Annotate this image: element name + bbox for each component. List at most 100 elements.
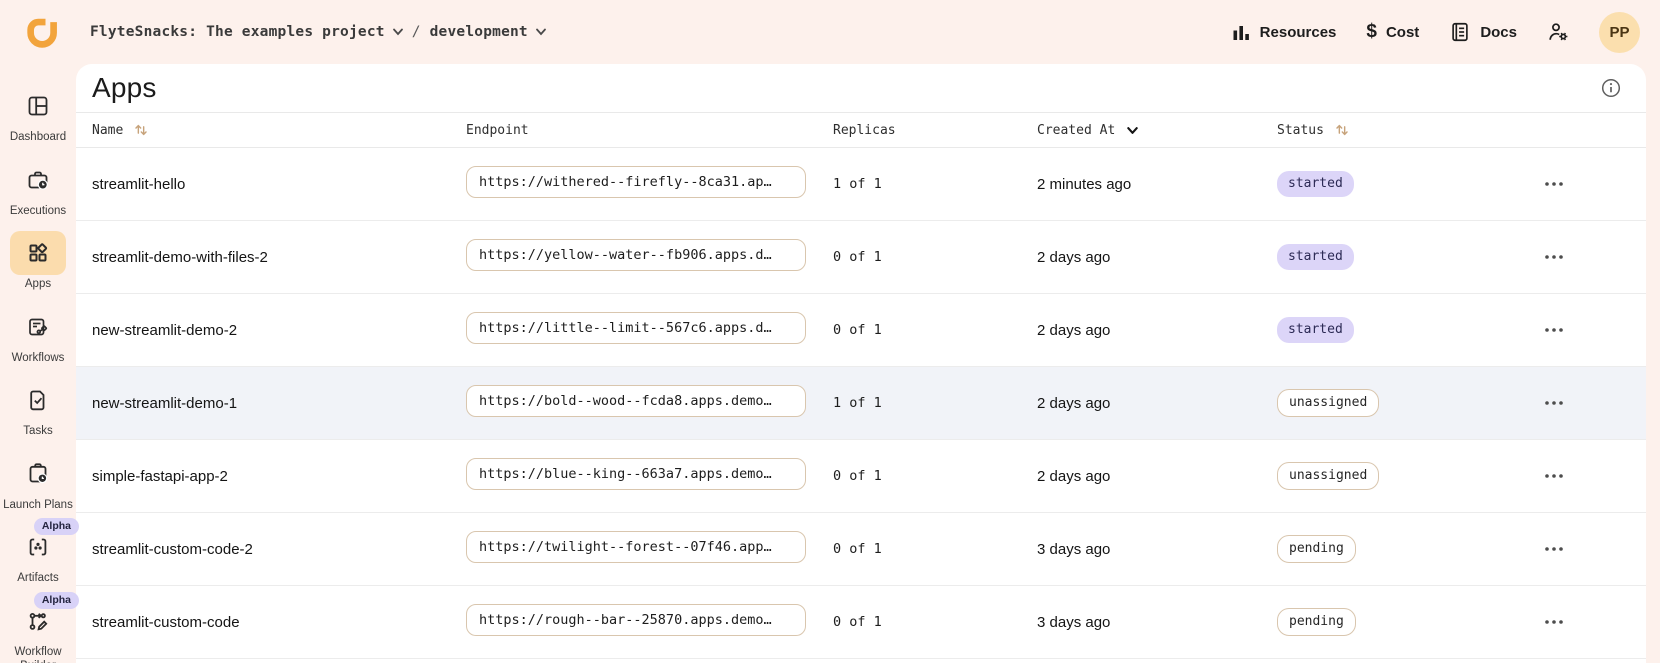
dashboard-icon xyxy=(26,94,50,118)
created-at-value: 2 days ago xyxy=(1037,322,1277,339)
ellipsis-icon xyxy=(1544,181,1564,187)
app-name: simple-fastapi-app-2 xyxy=(92,468,466,485)
row-actions-menu-button[interactable] xyxy=(1542,613,1646,631)
replicas-value: 0 of 1 xyxy=(833,541,1037,557)
app-name: new-streamlit-demo-1 xyxy=(92,395,466,412)
created-at-value: 2 days ago xyxy=(1037,468,1277,485)
app-name: streamlit-custom-code xyxy=(92,614,466,631)
endpoint-link[interactable]: https://little--limit--567c6.apps.d… xyxy=(466,312,806,344)
endpoint-link[interactable]: https://blue--king--663a7.apps.demo… xyxy=(466,458,806,490)
sort-icon[interactable] xyxy=(1334,122,1350,138)
workflow-builder-icon xyxy=(26,609,50,633)
table-body: streamlit-hello https://withered--firefl… xyxy=(76,148,1646,659)
status-badge: started xyxy=(1277,317,1354,343)
sidebar-item-workflows[interactable]: Workflows xyxy=(1,305,75,366)
sidebar-item-label: Tasks xyxy=(23,425,52,439)
sidebar-item-label: Workflow Builder xyxy=(1,646,75,663)
endpoint-link[interactable]: https://yellow--water--fb906.apps.d… xyxy=(466,239,806,271)
column-header-status[interactable]: Status xyxy=(1277,122,1542,138)
replicas-value: 0 of 1 xyxy=(833,468,1037,484)
breadcrumb-separator: / xyxy=(412,24,421,40)
endpoint-link[interactable]: https://withered--firefly--8ca31.ap… xyxy=(466,166,806,198)
column-header-created-at[interactable]: Created At xyxy=(1037,123,1277,138)
sidebar-item-workflow-builder[interactable]: Alpha Workflow Builder xyxy=(1,599,75,663)
top-bar: FlyteSnacks: The examples project / deve… xyxy=(0,0,1660,64)
ellipsis-icon xyxy=(1544,619,1564,625)
user-gear-icon xyxy=(1547,21,1569,43)
table-row[interactable]: streamlit-custom-code https://rough--bar… xyxy=(76,586,1646,659)
row-actions-menu-button[interactable] xyxy=(1542,321,1646,339)
docs-button[interactable]: Docs xyxy=(1449,21,1517,43)
replicas-value: 1 of 1 xyxy=(833,176,1037,192)
info-icon[interactable] xyxy=(1599,77,1622,100)
table-row[interactable]: new-streamlit-demo-1 https://bold--wood-… xyxy=(76,367,1646,440)
row-actions-menu-button[interactable] xyxy=(1542,467,1646,485)
endpoint-link[interactable]: https://bold--wood--fcda8.apps.demo… xyxy=(466,385,806,417)
sidebar-item-tasks[interactable]: Tasks xyxy=(1,378,75,439)
sidebar-item-dashboard[interactable]: Dashboard xyxy=(1,84,75,145)
created-at-value: 2 days ago xyxy=(1037,395,1277,412)
breadcrumb-project-dropdown[interactable]: FlyteSnacks: The examples project xyxy=(90,24,403,40)
status-badge: pending xyxy=(1277,608,1356,636)
replicas-value: 1 of 1 xyxy=(833,395,1037,411)
resources-button[interactable]: Resources xyxy=(1232,22,1337,42)
sidebar-item-label: Apps xyxy=(25,278,51,292)
sidebar-item-label: Dashboard xyxy=(10,131,66,145)
table-row[interactable]: simple-fastapi-app-2 https://blue--king-… xyxy=(76,440,1646,513)
cost-button[interactable]: $ Cost xyxy=(1366,21,1419,43)
apps-icon xyxy=(26,241,50,265)
ellipsis-icon xyxy=(1544,473,1564,479)
status-badge: unassigned xyxy=(1277,462,1379,490)
replicas-value: 0 of 1 xyxy=(833,249,1037,265)
status-badge: unassigned xyxy=(1277,389,1379,417)
row-actions-menu-button[interactable] xyxy=(1542,394,1646,412)
status-badge: pending xyxy=(1277,535,1356,563)
chevron-down-icon xyxy=(536,28,546,36)
user-settings-button[interactable] xyxy=(1547,21,1569,43)
sidebar-item-launch-plans[interactable]: Launch Plans xyxy=(1,452,75,513)
sidebar-item-artifacts[interactable]: Alpha Artifacts xyxy=(1,525,75,586)
app-name: new-streamlit-demo-2 xyxy=(92,322,466,339)
row-actions-menu-button[interactable] xyxy=(1542,248,1646,266)
user-avatar[interactable]: PP xyxy=(1599,12,1640,53)
tasks-icon xyxy=(26,388,50,412)
sidebar-item-label: Workflows xyxy=(12,352,65,366)
table-row[interactable]: streamlit-custom-code-2 https://twilight… xyxy=(76,513,1646,586)
dollar-icon: $ xyxy=(1366,21,1377,43)
artifacts-icon xyxy=(26,535,50,559)
app-name: streamlit-demo-with-files-2 xyxy=(92,249,466,266)
resources-label: Resources xyxy=(1260,24,1337,41)
created-at-value: 3 days ago xyxy=(1037,614,1277,631)
breadcrumb-domain-label: development xyxy=(430,24,528,40)
sidebar-item-executions[interactable]: Executions xyxy=(1,158,75,219)
column-header-name[interactable]: Name xyxy=(92,122,466,138)
app-name: streamlit-custom-code-2 xyxy=(92,541,466,558)
sidebar-item-label: Launch Plans xyxy=(3,499,73,513)
created-at-value: 2 days ago xyxy=(1037,249,1277,266)
table-row[interactable]: streamlit-hello https://withered--firefl… xyxy=(76,148,1646,221)
sidebar-item-apps[interactable]: Apps xyxy=(1,231,75,292)
breadcrumb: FlyteSnacks: The examples project / deve… xyxy=(90,24,546,40)
endpoint-link[interactable]: https://rough--bar--25870.apps.demo… xyxy=(466,604,806,636)
launch-plans-icon xyxy=(26,462,50,486)
breadcrumb-domain-dropdown[interactable]: development xyxy=(430,24,546,40)
workflows-icon xyxy=(26,315,50,339)
row-actions-menu-button[interactable] xyxy=(1542,175,1646,193)
alpha-badge: Alpha xyxy=(34,592,79,609)
chevron-down-icon xyxy=(393,28,403,36)
docs-label: Docs xyxy=(1480,24,1517,41)
chevron-down-icon[interactable] xyxy=(1125,124,1140,137)
union-logo-icon[interactable] xyxy=(22,13,60,51)
status-badge: started xyxy=(1277,244,1354,270)
avatar-initials: PP xyxy=(1609,24,1629,41)
row-actions-menu-button[interactable] xyxy=(1542,540,1646,558)
endpoint-link[interactable]: https://twilight--forest--07f46.app… xyxy=(466,531,806,563)
table-row[interactable]: streamlit-demo-with-files-2 https://yell… xyxy=(76,221,1646,294)
page-title: Apps xyxy=(92,72,157,104)
top-nav: Resources $ Cost Docs PP xyxy=(1232,12,1640,53)
sort-icon[interactable] xyxy=(133,122,149,138)
alpha-badge: Alpha xyxy=(34,518,79,535)
sidebar: Dashboard Executions xyxy=(0,64,76,663)
table-row[interactable]: new-streamlit-demo-2 https://little--lim… xyxy=(76,294,1646,367)
sidebar-item-label: Executions xyxy=(10,205,66,219)
